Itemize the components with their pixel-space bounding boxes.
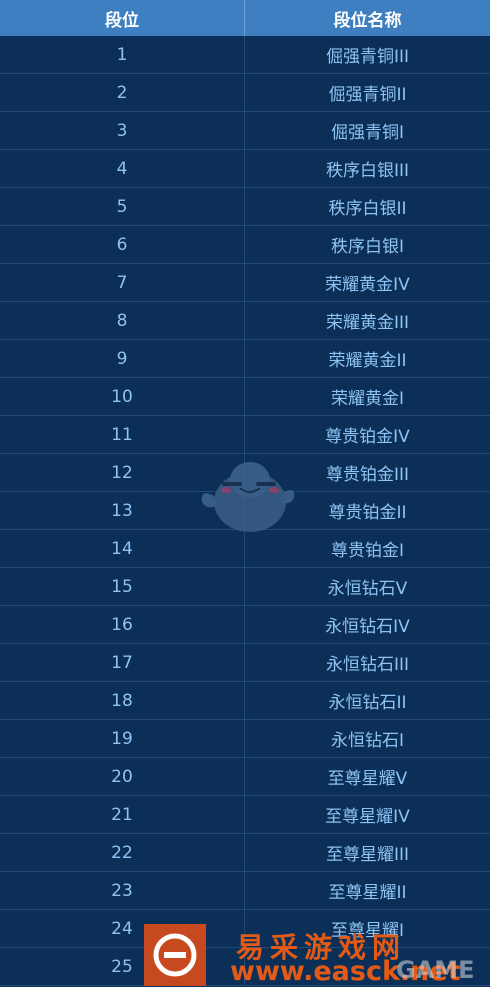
- rank-number: 5: [0, 188, 245, 225]
- rank-name: 至尊星耀IV: [325, 807, 410, 827]
- rank-number: 19: [0, 720, 245, 757]
- rank-number: 3: [0, 112, 245, 149]
- rank-name: 至尊星耀III: [325, 845, 410, 865]
- rank-name: 荣耀黄金III: [325, 313, 410, 333]
- rank-name: 永恒钻石I: [330, 731, 404, 751]
- table-row: 19 永恒钻石I: [0, 720, 490, 758]
- rank-number: 15: [0, 568, 245, 605]
- rank-number: 25: [0, 948, 245, 985]
- rank-number: 7: [0, 264, 245, 301]
- table-row: 15 永恒钻石V: [0, 568, 490, 606]
- rank-name: 永恒钻石V: [327, 579, 408, 599]
- table-row: 3 倔强青铜I: [0, 112, 490, 150]
- table-row: 5 秩序白银II: [0, 188, 490, 226]
- header-rank-name: 段位名称: [333, 10, 402, 31]
- rank-number: 4: [0, 150, 245, 187]
- table-row: 22 至尊星耀III: [0, 834, 490, 872]
- rank-name: 永恒钻石II: [328, 693, 407, 713]
- table-row: 16 永恒钻石IV: [0, 606, 490, 644]
- table-row: 7 荣耀黄金IV: [0, 264, 490, 302]
- rank-name: 尊贵铂金IV: [325, 427, 410, 447]
- table-row: 14 尊贵铂金I: [0, 530, 490, 568]
- rank-name: 荣耀黄金IV: [325, 275, 410, 295]
- rank-name: 荣耀黄金II: [328, 351, 407, 371]
- rank-name: 秩序白银II: [328, 199, 407, 219]
- table-row: 20 至尊星耀V: [0, 758, 490, 796]
- table-row: 8 荣耀黄金III: [0, 302, 490, 340]
- rank-name: 荣耀黄金I: [330, 389, 404, 409]
- table-row: 18 永恒钻石II: [0, 682, 490, 720]
- rank-number: 20: [0, 758, 245, 795]
- table-row: 21 至尊星耀IV: [0, 796, 490, 834]
- header-rank: 段位: [0, 0, 245, 36]
- rank-number: 21: [0, 796, 245, 833]
- rank-number: 2: [0, 74, 245, 111]
- table-row: 17 永恒钻石III: [0, 644, 490, 682]
- watermark-game: GAME: [396, 956, 475, 984]
- rank-number: 14: [0, 530, 245, 567]
- rank-number: 16: [0, 606, 245, 643]
- rank-number: 11: [0, 416, 245, 453]
- svg-text:e: e: [175, 961, 176, 963]
- table-row: 11 尊贵铂金IV: [0, 416, 490, 454]
- rank-name: 尊贵铂金I: [330, 541, 404, 561]
- rank-name: 倔强青铜I: [330, 123, 404, 143]
- rank-number: 8: [0, 302, 245, 339]
- table-row: 1 倔强青铜III: [0, 36, 490, 74]
- rank-number: 10: [0, 378, 245, 415]
- rank-name: 永恒钻石IV: [325, 617, 410, 637]
- table-row: 23 至尊星耀II: [0, 872, 490, 910]
- rank-name: 倔强青铜III: [325, 47, 410, 67]
- rank-name: 至尊星耀II: [328, 883, 407, 903]
- rank-name: 至尊星耀V: [327, 769, 408, 789]
- rank-number: 1: [0, 36, 245, 73]
- table-row: 6 秩序白银I: [0, 226, 490, 264]
- mascot-icon: [201, 462, 295, 532]
- table-row: 4 秩序白银III: [0, 150, 490, 188]
- table-row: 2 倔强青铜II: [0, 74, 490, 112]
- rank-number: 24: [0, 910, 245, 947]
- rank-name: 秩序白银III: [325, 161, 410, 181]
- rank-name: 倔强青铜II: [328, 85, 407, 105]
- rank-number: 22: [0, 834, 245, 871]
- table-row: 9 荣耀黄金II: [0, 340, 490, 378]
- table-header: 段位 段位名称: [0, 0, 490, 36]
- table-row: 10 荣耀黄金I: [0, 378, 490, 416]
- rank-number: 17: [0, 644, 245, 681]
- rank-number: 23: [0, 872, 245, 909]
- rank-number: 6: [0, 226, 245, 263]
- rank-number: 18: [0, 682, 245, 719]
- rank-name: 秩序白银I: [330, 237, 404, 257]
- rank-number: 9: [0, 340, 245, 377]
- easck-logo-icon: e: [144, 924, 206, 986]
- rank-name: 永恒钻石III: [325, 655, 410, 675]
